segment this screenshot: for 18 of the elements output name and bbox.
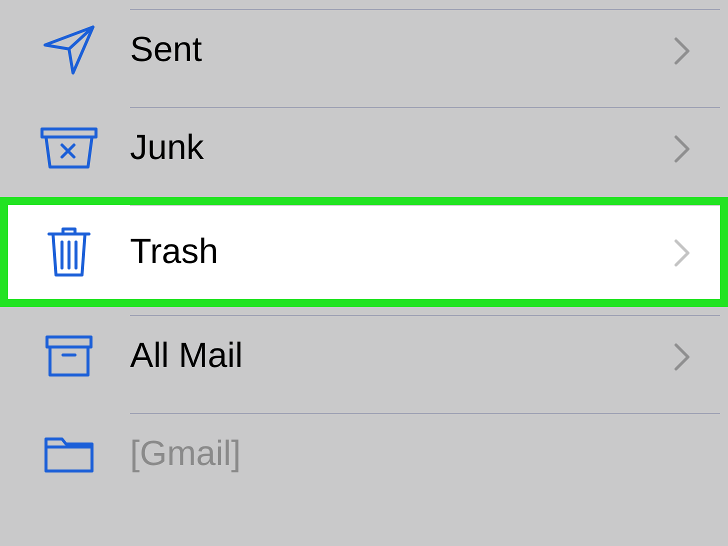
chevron-icon (674, 36, 690, 64)
chevron-icon (674, 342, 690, 370)
chevron-icon (674, 134, 690, 162)
folder-label: [Gmail] (130, 433, 241, 476)
trash-can-icon (47, 226, 91, 278)
folder-label: Junk (130, 127, 204, 170)
folder-icon (44, 435, 94, 473)
folder-label: Trash (130, 231, 218, 274)
chevron-icon (674, 238, 690, 266)
folder-row[interactable]: Junk (0, 99, 728, 197)
folder-label: Sent (130, 29, 202, 72)
folder-row[interactable]: All Mail (0, 307, 728, 405)
folder-row[interactable]: Sent (0, 1, 728, 99)
folder-row[interactable]: Trash (0, 197, 728, 307)
folder-label: All Mail (130, 335, 243, 378)
archive-box-icon (45, 335, 93, 377)
junk-box-icon (40, 127, 98, 169)
paper-plane-icon (43, 25, 95, 75)
